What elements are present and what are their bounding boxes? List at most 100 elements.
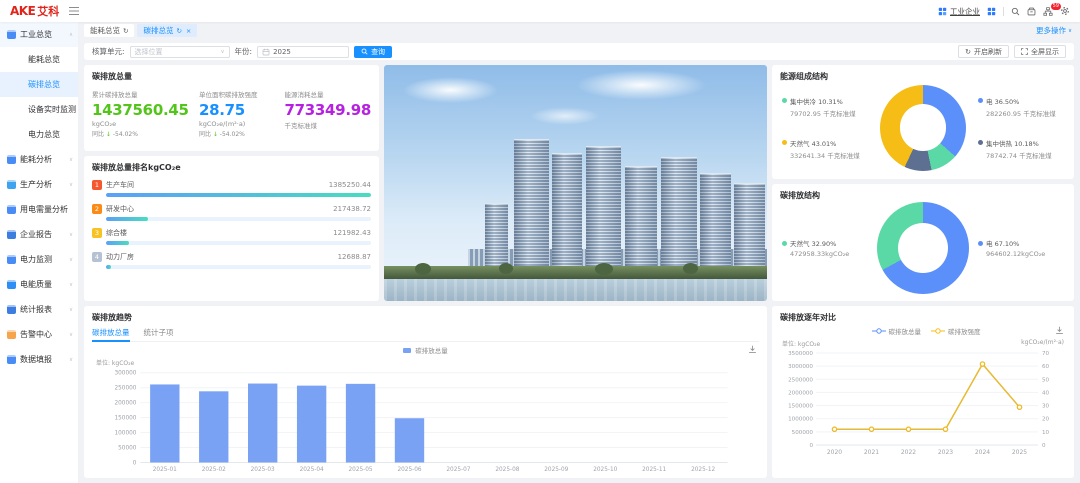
auto-refresh-label: 开启刷新 xyxy=(974,47,1002,57)
svg-text:1500000: 1500000 xyxy=(788,404,813,410)
org-tree-icon[interactable]: 59 xyxy=(1043,7,1053,16)
sidebar-subitem-2[interactable]: 设备实时监测 xyxy=(0,97,78,122)
rank-value: 1385250.44 xyxy=(329,181,371,189)
page-tab-0[interactable]: 能耗总览↻ xyxy=(84,24,134,37)
svg-text:2025-02: 2025-02 xyxy=(202,467,226,473)
svg-text:2025-05: 2025-05 xyxy=(349,467,373,473)
location-select[interactable]: 选择位置 ∨ xyxy=(130,46,230,58)
trend-tab-0[interactable]: 碳排放总量 xyxy=(92,327,130,342)
sidebar-item-5[interactable]: 电力监测∨ xyxy=(0,247,78,272)
sidebar-item-6[interactable]: 电能质量∨ xyxy=(0,272,78,297)
sidebar-collapse-icon[interactable] xyxy=(69,7,79,15)
svg-text:2025-03: 2025-03 xyxy=(251,467,275,473)
statistic-report-icon xyxy=(7,305,16,314)
cloud xyxy=(403,77,498,103)
stat-unit: kgCO₂e/(m²·a) xyxy=(199,120,285,128)
gear-icon[interactable] xyxy=(1060,6,1070,16)
legend-value: 472958.33kgCO₂e xyxy=(790,250,868,258)
chevron-down-icon: ∨ xyxy=(69,182,73,188)
legend-label: 碳排放总量 xyxy=(415,345,448,355)
legend-name: 天然气 43.01% xyxy=(790,138,836,148)
refresh-tab-icon[interactable]: ↻ xyxy=(176,27,181,35)
ranking-row: 4动力厂房12688.87 xyxy=(92,252,371,269)
svg-text:0: 0 xyxy=(809,443,813,449)
svg-text:10: 10 xyxy=(1042,430,1050,436)
yearly-compare-card: 碳排放逐年对比 碳排放总量碳排放强度 单位: kgCO₂e kgCO₂e/(m²… xyxy=(772,306,1074,478)
stat-unit: kgCO₂e xyxy=(92,120,199,128)
rank-badge: 2 xyxy=(92,204,102,214)
sidebar-item-8[interactable]: 告警中心∨ xyxy=(0,322,78,347)
header-actions: 工业企业 59 xyxy=(938,6,1070,17)
donut-area: 集中供冷 10.31%79702.95 千克标准煤天然气 43.01%33264… xyxy=(780,82,1066,173)
stat-delta: 同比 ↓ -54.02% xyxy=(92,129,199,138)
enterprise-switcher[interactable]: 工业企业 xyxy=(938,6,980,17)
ranking-row-top: 3综合楼121982.43 xyxy=(92,228,371,238)
search-button[interactable]: 查询 xyxy=(354,46,392,58)
rank-bar-fill xyxy=(106,193,371,197)
carbon-total-card: 碳排放总量 累计碳排放总量1437560.45kgCO₂e同比 ↓ -54.02… xyxy=(84,65,379,151)
archive-icon[interactable] xyxy=(1027,7,1036,16)
header: AKE 艾科 工业企业 59 xyxy=(0,0,1080,22)
main-area: 能耗总览↻碳排总览↻× 更多操作 ∨ 核算单元: 选择位置 ∨ 年份: 2025 xyxy=(78,22,1080,483)
refresh-icon: ↻ xyxy=(965,48,971,56)
sidebar-item-4[interactable]: 企业报告∨ xyxy=(0,222,78,247)
svg-text:100000: 100000 xyxy=(114,431,136,437)
refresh-tab-icon[interactable]: ↻ xyxy=(123,27,128,35)
sidebar-item-9[interactable]: 数据填报∨ xyxy=(0,347,78,372)
year-picker[interactable]: 2025 xyxy=(257,46,349,58)
trend-tab-1[interactable]: 统计子项 xyxy=(144,327,174,341)
page-tab-1[interactable]: 碳排总览↻ × xyxy=(137,24,197,37)
download-icon[interactable] xyxy=(1055,326,1064,335)
compare-legend-item[interactable]: 碳排放强度 xyxy=(931,326,981,336)
tower xyxy=(514,139,548,267)
search-icon[interactable] xyxy=(1011,7,1020,16)
svg-text:2021: 2021 xyxy=(864,449,879,456)
compare-legend-item[interactable]: 碳排放总量 xyxy=(872,326,922,336)
auto-refresh-button[interactable]: ↻ 开启刷新 xyxy=(958,45,1009,58)
sidebar-subitem-3[interactable]: 电力总览 xyxy=(0,122,78,147)
tab-bar: 能耗总览↻碳排总览↻× 更多操作 ∨ xyxy=(78,22,1080,39)
close-icon[interactable]: × xyxy=(186,27,191,35)
cloud xyxy=(576,70,706,100)
svg-text:2025-12: 2025-12 xyxy=(691,467,715,473)
tree xyxy=(683,263,698,274)
tab-label: 碳排总览 xyxy=(143,25,173,36)
more-actions-label: 更多操作 xyxy=(1036,25,1066,36)
svg-text:200000: 200000 xyxy=(114,401,136,407)
data-entry-icon xyxy=(7,355,16,364)
svg-text:2025-11: 2025-11 xyxy=(642,467,666,473)
sidebar-item-3[interactable]: 用电需量分析 xyxy=(0,197,78,222)
carbon-trend-bar-chart: 0500001000001500002000002500003000002025… xyxy=(92,367,747,475)
legend-right: 电 67.10%964602.12kgCO₂e xyxy=(978,238,1064,258)
sidebar-item-7[interactable]: 统计报表∨ xyxy=(0,297,78,322)
svg-text:50: 50 xyxy=(1042,377,1050,383)
sidebar-subitem-0[interactable]: 能耗总览 xyxy=(0,47,78,72)
sidebar-item-label: 用电需量分析 xyxy=(20,204,68,215)
sidebar-item-label: 告警中心 xyxy=(20,329,52,340)
more-actions-link[interactable]: 更多操作 ∨ xyxy=(1036,25,1072,36)
industry-overview-icon xyxy=(7,30,16,39)
rank-badge: 3 xyxy=(92,228,102,238)
sidebar-item-0[interactable]: 工业总览∧ xyxy=(0,22,78,47)
sidebar-subitem-1[interactable]: 碳排总览 xyxy=(0,72,78,97)
legend-line1: 天然气 32.90% xyxy=(782,238,868,248)
tower xyxy=(734,183,765,267)
donut-legend-item: 天然气 32.90% 472958.33kgCO₂e xyxy=(782,238,868,258)
arrow-down-icon: ↓ xyxy=(213,131,218,138)
svg-text:2025-06: 2025-06 xyxy=(397,467,421,473)
sidebar-item-1[interactable]: 能耗分析∨ xyxy=(0,147,78,172)
fullscreen-button[interactable]: 全屏显示 xyxy=(1014,45,1066,58)
svg-text:50000: 50000 xyxy=(118,445,137,451)
download-icon[interactable] xyxy=(748,345,757,354)
tree xyxy=(595,263,613,275)
apps-icon[interactable] xyxy=(987,7,996,16)
donut-area: 天然气 32.90% 472958.33kgCO₂e 电 67.10%964602… xyxy=(780,201,1066,295)
y-axis-unit: 单位: kgCO₂e xyxy=(96,358,759,367)
tower xyxy=(485,203,508,267)
trend-legend-row: 碳排放总量 xyxy=(92,345,759,355)
rank-badge: 4 xyxy=(92,252,102,262)
card-title: 碳排放趋势 xyxy=(92,312,759,323)
chevron-down-icon: ∨ xyxy=(69,282,73,288)
stat-value: 773349.98 xyxy=(285,101,372,119)
sidebar-item-2[interactable]: 生产分析∨ xyxy=(0,172,78,197)
